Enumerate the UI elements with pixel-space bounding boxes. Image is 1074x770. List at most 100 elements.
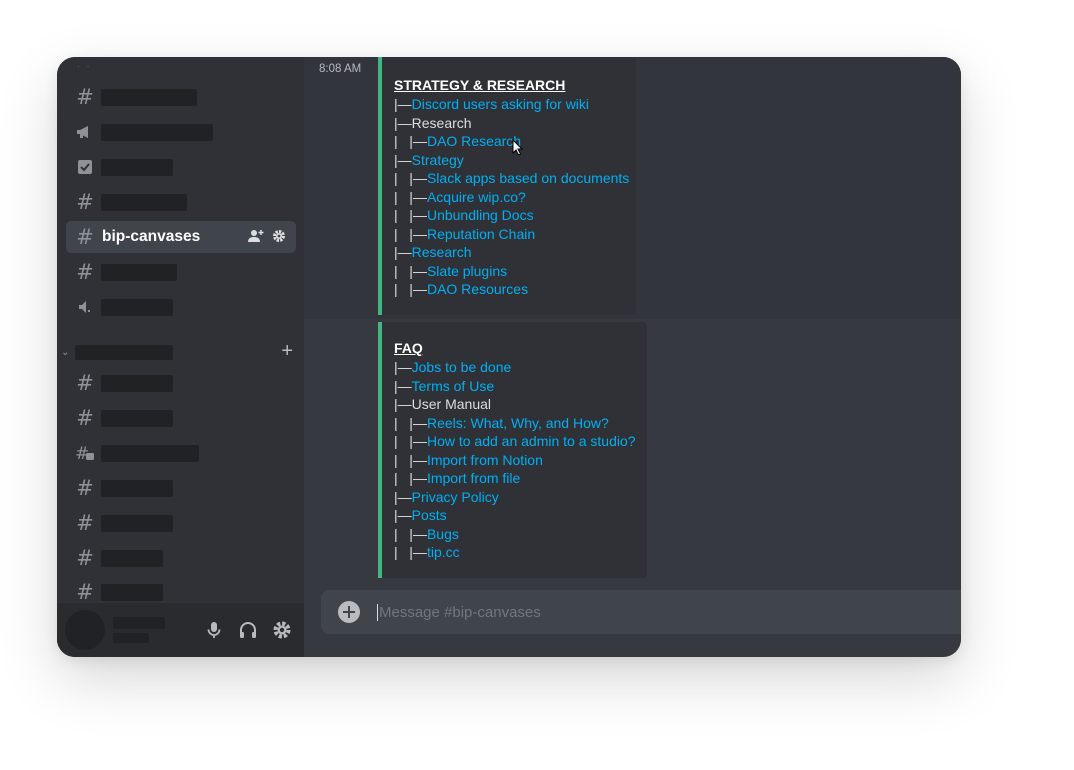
doc-link[interactable]: tip.cc <box>427 544 460 560</box>
channel-item[interactable]: # <box>66 256 296 288</box>
doc-link[interactable]: Bugs <box>427 526 459 542</box>
embed-link-item[interactable]: | |—tip.cc <box>394 543 460 561</box>
embed-link-item[interactable]: | |—Reputation Chain <box>394 225 535 243</box>
tree-prefix: |— <box>394 359 412 375</box>
channel-item[interactable] <box>66 151 296 183</box>
doc-link[interactable]: How to add an admin to a studio? <box>427 433 636 449</box>
embed-link-item[interactable]: | |—Bugs <box>394 525 459 543</box>
embed-link-item[interactable]: | |—DAO Resources <box>394 280 528 298</box>
user-panel <box>57 603 304 657</box>
channel-item[interactable]: # <box>66 186 296 218</box>
embed-link-item[interactable]: | |—Unbundling Docs <box>394 206 534 224</box>
channel-item[interactable]: # <box>66 472 296 504</box>
tree-prefix: | |— <box>394 188 427 205</box>
tree-prefix: | |— <box>394 262 427 279</box>
embed-link-item[interactable]: | |—Acquire wip.co? <box>394 188 526 206</box>
embed-link-item[interactable]: |—Strategy <box>394 151 464 169</box>
hashtag-icon: # <box>76 405 94 430</box>
doc-link[interactable]: Discord users asking for wiki <box>412 96 589 112</box>
channel-sidebar: · · # # # bip-canvases # ⌄ + # # # # # #… <box>57 57 304 657</box>
chevron-down-icon[interactable]: ⌄ <box>61 347 73 358</box>
embed-text-item: |—Research <box>394 114 472 132</box>
doc-link[interactable]: Import from Notion <box>427 452 543 468</box>
redacted-channel-name <box>101 298 173 316</box>
add-member-icon[interactable] <box>248 229 264 246</box>
headphones-icon[interactable] <box>238 620 258 640</box>
embed-link-item[interactable]: | |—DAO Research <box>394 132 521 150</box>
doc-link[interactable]: Terms of Use <box>412 378 494 394</box>
doc-link[interactable]: Acquire wip.co? <box>427 189 526 205</box>
doc-link[interactable]: Posts <box>412 507 447 523</box>
tree-prefix: | |— <box>394 170 427 186</box>
redacted-channel-name <box>101 374 173 392</box>
tree-prefix: | |— <box>394 281 427 297</box>
channel-item[interactable]: # <box>66 402 296 434</box>
channel-item[interactable]: # <box>66 437 296 469</box>
user-settings-gear-icon[interactable] <box>272 620 292 640</box>
channel-item-bip-canvases[interactable]: # bip-canvases <box>66 221 296 253</box>
embed-link-item[interactable]: |—Posts <box>394 506 447 524</box>
embed-link-item[interactable]: | |—How to add an admin to a studio? <box>394 432 636 450</box>
channel-category[interactable]: ⌄ + <box>61 341 297 363</box>
tree-prefix: |— <box>394 96 412 112</box>
tree-prefix: |— <box>394 377 412 394</box>
checkbox-icon <box>74 159 96 175</box>
add-channel-icon[interactable]: + <box>281 341 293 361</box>
doc-link[interactable]: Privacy Policy <box>412 489 499 505</box>
redacted-channel-name <box>101 88 197 106</box>
doc-link[interactable]: Reels: What, Why, and How? <box>427 415 609 431</box>
user-controls <box>204 620 292 640</box>
thread-channel-icon: # <box>74 444 96 462</box>
embed-link-item[interactable]: |—Research <box>394 243 472 261</box>
embed-link-item[interactable]: | |—Slate plugins <box>394 262 507 280</box>
doc-link[interactable]: Slate plugins <box>427 263 507 279</box>
speaker-icon <box>74 299 96 315</box>
tree-prefix: |— <box>394 396 412 412</box>
embed-link-item[interactable]: | |—Import from file <box>394 469 520 487</box>
redacted-channel-name <box>101 583 163 601</box>
doc-link[interactable]: Slack apps based on documents <box>427 170 629 186</box>
tree-prefix: | |— <box>394 544 427 560</box>
doc-link[interactable]: DAO Research <box>427 133 521 149</box>
embed-link-item[interactable]: | |—Import from Notion <box>394 451 543 469</box>
tree-prefix: | |— <box>394 133 427 149</box>
channel-item[interactable] <box>66 291 296 323</box>
hashtag-icon: # <box>76 84 94 109</box>
attach-plus-icon[interactable] <box>338 601 360 623</box>
embed-link-item[interactable]: | |—Reels: What, Why, and How? <box>394 414 609 432</box>
doc-link[interactable]: Reputation Chain <box>427 226 535 242</box>
doc-link[interactable]: Strategy <box>412 152 464 168</box>
embed-faq: FAQ |—Jobs to be done |—Terms of Use |—Use… <box>378 322 647 578</box>
redacted-channel-name <box>101 409 173 427</box>
doc-link[interactable]: Unbundling Docs <box>427 207 534 223</box>
avatar[interactable] <box>65 610 105 650</box>
embed-link-item[interactable]: |—Privacy Policy <box>394 488 499 506</box>
doc-link[interactable]: Import from file <box>427 470 520 486</box>
microphone-icon[interactable] <box>204 620 224 640</box>
message-input[interactable] <box>377 603 961 621</box>
embed-link-item[interactable]: |—Jobs to be done <box>394 358 511 376</box>
chat-area: 8:08 AM STRATEGY & RESEARCH |—Discord us… <box>304 57 961 657</box>
gear-icon[interactable] <box>272 229 286 246</box>
channel-item[interactable]: # <box>66 507 296 539</box>
tree-prefix: |— <box>394 114 412 131</box>
channel-item[interactable] <box>66 116 296 148</box>
tree-prefix: | |— <box>394 207 427 223</box>
hashtag-icon: # <box>76 224 94 249</box>
channel-item[interactable]: # <box>66 542 296 574</box>
doc-link[interactable]: DAO Resources <box>427 281 528 297</box>
embed-link-item[interactable]: |—Terms of Use <box>394 377 494 395</box>
redacted-channel-name <box>101 444 199 462</box>
channel-item[interactable]: # <box>66 367 296 399</box>
embed-link-item[interactable]: |—Discord users asking for wiki <box>394 95 589 113</box>
doc-link[interactable]: Research <box>412 244 472 260</box>
hashtag-icon: # <box>76 579 94 604</box>
tree-prefix: | |— <box>394 525 427 542</box>
channel-item[interactable]: # <box>66 81 296 113</box>
channel-name: bip-canvases <box>102 228 201 245</box>
embed-strategy-research: STRATEGY & RESEARCH |—Discord users aski… <box>378 57 636 315</box>
embed-link-item[interactable]: | |—Slack apps based on documents <box>394 169 629 187</box>
message-composer <box>321 590 961 634</box>
top-indicator: · · <box>77 61 92 71</box>
doc-link[interactable]: Jobs to be done <box>412 359 512 375</box>
